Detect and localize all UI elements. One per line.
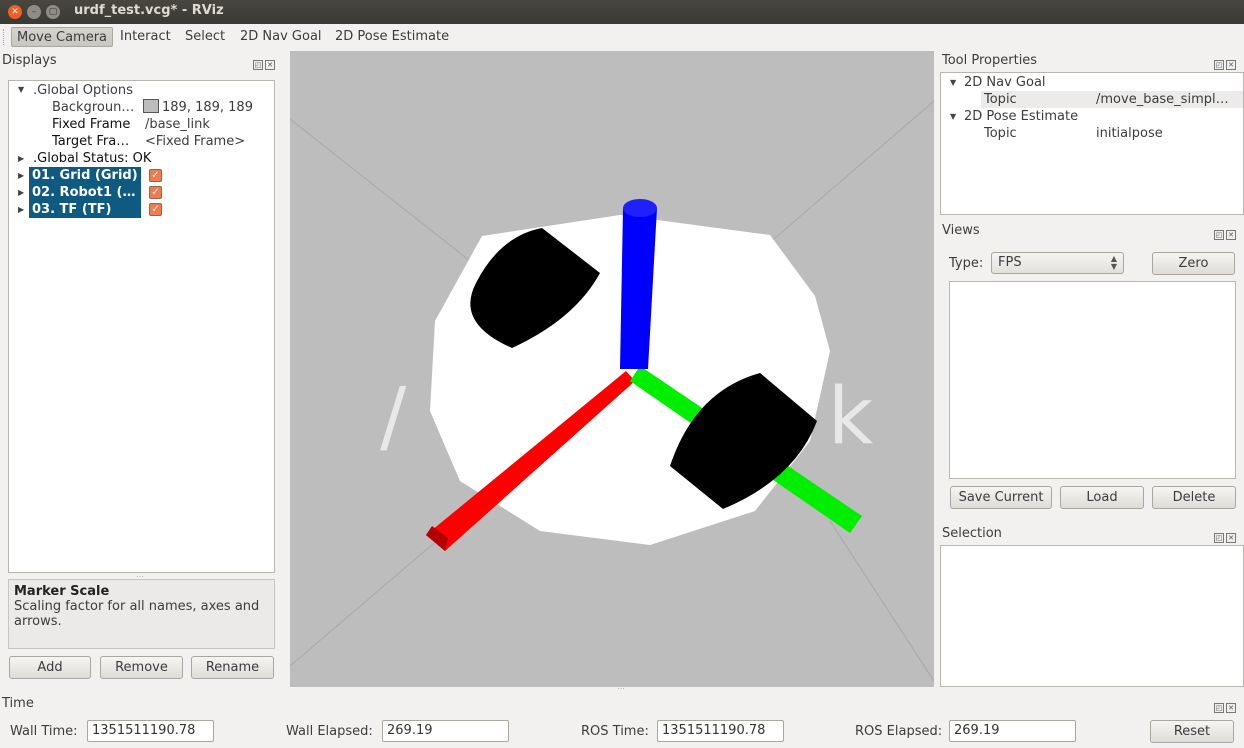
- selection-tree[interactable]: [940, 545, 1244, 687]
- tool-toolbar: Move Camera Interact Select 2D Nav Goal …: [0, 24, 1244, 50]
- display-item-tf[interactable]: 03. TF (TF): [29, 201, 141, 218]
- z-axis-arrow-cap: [623, 199, 657, 217]
- render-viewport[interactable]: / k: [290, 51, 934, 687]
- time-panel-controls: ◰ ✕: [1214, 699, 1240, 713]
- display-item-grid[interactable]: 01. Grid (Grid): [29, 167, 141, 184]
- description-title: Marker Scale: [14, 584, 110, 599]
- expand-arrow-icon[interactable]: ▶: [18, 154, 24, 163]
- displays-panel-controls: ◰ ✕: [253, 56, 279, 70]
- wall-elapsed-label: Wall Elapsed:: [286, 724, 373, 739]
- target-frame-label: Target Fra…: [52, 134, 130, 149]
- load-view-button[interactable]: Load: [1060, 486, 1144, 509]
- undock-icon[interactable]: ◰: [1214, 533, 1224, 543]
- views-panel-controls: ◰ ✕: [1214, 226, 1240, 240]
- window-title: urdf_test.vcg* - RViz: [74, 3, 224, 18]
- pose-topic-value[interactable]: initialpose: [1096, 125, 1163, 142]
- nav-topic-label: Topic: [984, 92, 1017, 107]
- tf-frame-label-right: k: [828, 372, 873, 462]
- tool-select[interactable]: Select: [180, 27, 230, 47]
- grid-line: [829, 520, 934, 682]
- displays-tree[interactable]: ▼ .Global Options Backgroun… 189, 189, 1…: [8, 80, 275, 573]
- zero-view-button[interactable]: Zero: [1152, 252, 1235, 275]
- fixed-frame-value[interactable]: /base_link: [145, 116, 210, 133]
- selection-panel-title: Selection: [942, 526, 1002, 541]
- tool-properties-controls: ◰ ✕: [1214, 56, 1240, 70]
- close-panel-icon[interactable]: ✕: [265, 60, 275, 70]
- global-options-item[interactable]: .Global Options: [33, 82, 133, 99]
- fixed-frame-label: Fixed Frame: [52, 117, 131, 132]
- views-panel-title: Views: [942, 223, 980, 238]
- expand-arrow-icon[interactable]: ▼: [950, 78, 956, 87]
- grid-line: [290, 520, 461, 667]
- wall-time-label: Wall Time:: [10, 724, 78, 739]
- grid-line: [290, 118, 471, 262]
- display-item-robot1[interactable]: 02. Robot1 (…: [29, 184, 141, 201]
- displays-panel-title: Displays: [2, 53, 57, 68]
- splitter-handle[interactable]: ⋯: [617, 684, 626, 693]
- wall-time-field[interactable]: 1351511190.78: [87, 720, 214, 742]
- remove-display-button[interactable]: Remove: [100, 656, 183, 679]
- expand-arrow-icon[interactable]: ▶: [18, 188, 24, 197]
- maximize-window-icon[interactable]: ▢: [46, 5, 60, 19]
- expand-arrow-icon[interactable]: ▼: [18, 85, 24, 94]
- nav-topic-value[interactable]: /move_base_simpl…: [1096, 91, 1229, 108]
- delete-view-button[interactable]: Delete: [1152, 486, 1236, 509]
- saved-views-list[interactable]: [949, 281, 1236, 479]
- pose-topic-label: Topic: [984, 126, 1017, 141]
- save-current-view-button[interactable]: Save Current: [950, 486, 1052, 509]
- display-robot1-checkbox[interactable]: ✓: [149, 186, 162, 199]
- wall-elapsed-field[interactable]: 269.19: [382, 720, 509, 742]
- title-bar: ✕ – ▢ urdf_test.vcg* - RViz: [0, 0, 1244, 24]
- time-panel-title: Time: [2, 696, 34, 711]
- selection-panel-controls: ◰ ✕: [1214, 529, 1240, 543]
- pose-estimate-item[interactable]: 2D Pose Estimate: [964, 108, 1078, 125]
- ros-elapsed-label: ROS Elapsed:: [855, 724, 943, 739]
- display-tf-checkbox[interactable]: ✓: [149, 203, 162, 216]
- undock-icon[interactable]: ◰: [1214, 60, 1224, 70]
- background-value[interactable]: 189, 189, 189: [143, 99, 253, 116]
- ros-time-label: ROS Time:: [581, 724, 649, 739]
- tool-2d-nav-goal[interactable]: 2D Nav Goal: [235, 27, 327, 47]
- reset-time-button[interactable]: Reset: [1150, 720, 1234, 743]
- minimize-window-icon[interactable]: –: [27, 5, 41, 19]
- display-grid-checkbox[interactable]: ✓: [149, 169, 162, 182]
- undock-icon[interactable]: ◰: [253, 60, 263, 70]
- close-panel-icon[interactable]: ✕: [1226, 230, 1236, 240]
- expand-arrow-icon[interactable]: ▶: [18, 171, 24, 180]
- ros-time-field[interactable]: 1351511190.78: [657, 720, 784, 742]
- ros-elapsed-field[interactable]: 269.19: [949, 720, 1076, 742]
- view-type-label: Type:: [949, 256, 984, 271]
- tool-move-camera[interactable]: Move Camera: [11, 27, 114, 47]
- tool-2d-pose-estimate[interactable]: 2D Pose Estimate: [330, 27, 454, 47]
- view-type-value: FPS: [998, 255, 1022, 270]
- close-panel-icon[interactable]: ✕: [1226, 60, 1236, 70]
- rename-display-button[interactable]: Rename: [191, 656, 274, 679]
- color-swatch: [143, 99, 159, 113]
- tool-properties-tree[interactable]: ▼ 2D Nav Goal Topic /move_base_simpl… ▼ …: [940, 72, 1244, 215]
- global-status-item[interactable]: .Global Status: OK: [33, 150, 151, 167]
- background-value-text: 189, 189, 189: [162, 100, 253, 115]
- scene-svg: / k: [290, 100, 934, 682]
- close-window-icon[interactable]: ✕: [8, 5, 22, 19]
- grid-line: [759, 100, 934, 252]
- spin-arrows-icon: ▲ ▼: [1110, 254, 1117, 271]
- add-display-button[interactable]: Add: [9, 656, 91, 679]
- undock-icon[interactable]: ◰: [1214, 703, 1224, 713]
- target-frame-value[interactable]: <Fixed Frame>: [145, 133, 245, 150]
- close-panel-icon[interactable]: ✕: [1226, 703, 1236, 713]
- view-type-select[interactable]: FPS ▲ ▼: [991, 252, 1124, 274]
- expand-arrow-icon[interactable]: ▼: [950, 112, 956, 121]
- nav-goal-item[interactable]: 2D Nav Goal: [964, 74, 1046, 91]
- tool-properties-title: Tool Properties: [942, 53, 1038, 68]
- close-panel-icon[interactable]: ✕: [1226, 533, 1236, 543]
- description-text: Scaling factor for all names, axes and a…: [14, 599, 260, 629]
- expand-arrow-icon[interactable]: ▶: [18, 205, 24, 214]
- background-label: Backgroun…: [52, 100, 135, 115]
- property-description-box: Marker Scale Scaling factor for all name…: [8, 579, 275, 649]
- tool-interact[interactable]: Interact: [115, 27, 176, 47]
- undock-icon[interactable]: ◰: [1214, 230, 1224, 240]
- toolbar-grip-handle[interactable]: [3, 29, 6, 45]
- tf-frame-label-left: /: [380, 372, 407, 462]
